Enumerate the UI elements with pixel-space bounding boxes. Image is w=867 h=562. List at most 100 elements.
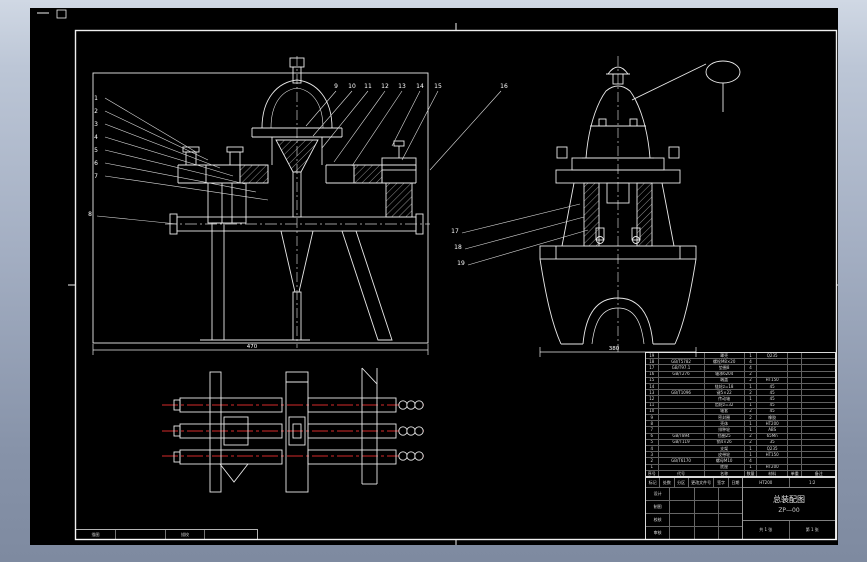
- bom-cell-qty: 1: [745, 464, 758, 470]
- side-callout-numbers: 17 18 19 380: [451, 228, 620, 352]
- bom-cell-wt: [788, 402, 803, 408]
- bom-cell-code: [659, 377, 705, 384]
- callout-number: 16: [500, 83, 508, 90]
- bom-cell-wt: [788, 377, 803, 384]
- bom-cell-mat: 45: [757, 402, 789, 408]
- bom-cell-qty: 2: [745, 433, 758, 439]
- bom-cell-rem: [802, 446, 835, 451]
- bom-cell-rem: [802, 427, 835, 432]
- signature-row: 制图: [646, 501, 742, 514]
- front-callout-numbers: 1 2 3 4 5 6 7 8 9 10 11 12 13 14 15 16 4…: [88, 83, 508, 350]
- bom-cell-name: 轴套: [705, 408, 745, 415]
- bom-cell-name: 罩壳: [705, 353, 745, 359]
- bom-cell-mat: 65Mn: [757, 433, 789, 439]
- callout-number: 5: [94, 147, 98, 154]
- bom-cell-wt: [788, 390, 803, 396]
- bom-cell-no: 14: [646, 384, 659, 390]
- callout-number: 9: [334, 83, 338, 90]
- bom-cell-mat: Q235: [757, 353, 789, 359]
- bom-cell-mat: 45: [757, 384, 789, 390]
- bom-cell-rem: [802, 390, 835, 395]
- bom-cell-mat: [757, 359, 789, 365]
- drawing-title: 总装配图: [773, 495, 805, 504]
- bom-cell-wt: [788, 446, 803, 452]
- bom-cell-name: 螺母M10: [705, 458, 745, 464]
- sheet-count-row: 共 1 张 第 1 张: [743, 521, 835, 539]
- bom-cell-qty: 4: [745, 365, 758, 371]
- bom-cell-qty: 1: [745, 402, 758, 408]
- drawing-title-cell: 总装配图 ZP—00: [743, 488, 835, 521]
- handle-detail: [631, 60, 741, 112]
- bom-cell-wt: [788, 452, 803, 458]
- bom-cell-qty: 1: [745, 421, 758, 427]
- callout-number: 8: [88, 211, 92, 218]
- callout-number: 10: [348, 83, 356, 90]
- bom-cell-code: [659, 353, 705, 359]
- top-transmission-view: [162, 367, 424, 493]
- bom-cell-code: GB/T894: [659, 433, 705, 439]
- bom-cell-wt: [788, 433, 803, 439]
- signature-label: 制图: [646, 501, 671, 513]
- bom-cell-qty: 1: [745, 446, 758, 452]
- bom-cell-rem: [802, 378, 835, 383]
- bom-cell-name: 排种轮: [705, 427, 745, 433]
- change-cell: 签字: [714, 478, 729, 487]
- bom-cell-name: 销4×26: [705, 439, 745, 446]
- bom-cell-code: GB/T119: [659, 439, 705, 446]
- signature-name: [670, 527, 695, 539]
- signature-label: 审核: [646, 527, 671, 539]
- sheet-total-cell: 共 1 张: [743, 521, 790, 539]
- bom-cell-code: [659, 408, 705, 415]
- bom-cell-mat: 45: [757, 396, 789, 402]
- bom-cell-code: GB/T276: [659, 371, 705, 377]
- signature-date: [719, 501, 742, 513]
- drawing-sheet: 1 2 3 4 5 6 7 8 9 10 11 12 13 14 15 16 4…: [30, 8, 838, 545]
- bom-cell-wt: [788, 365, 803, 371]
- bom-cell-rem: [802, 440, 835, 445]
- change-record-row: 标记 处数 分区 更改文件号 签字 日期: [646, 478, 742, 488]
- bom-cell-no: 15: [646, 377, 659, 384]
- bom-cell-wt: [788, 371, 803, 377]
- bom-cell-no: 1: [646, 464, 659, 470]
- bom-cell-name: 挡圈25: [705, 433, 745, 439]
- signature-date: [719, 527, 742, 539]
- strip-cell: [116, 530, 166, 539]
- bom-cell-wt: [788, 421, 803, 427]
- bom-cell-wt: [788, 464, 803, 470]
- dimension-text: 380: [609, 346, 620, 352]
- bom-cell-code: GB/T5782: [659, 359, 705, 365]
- bom-cell-code: [659, 446, 705, 452]
- change-cell: 标记: [646, 478, 661, 487]
- bom-cell-code: [659, 452, 705, 458]
- bom-cell-name: 皮带轮: [705, 452, 745, 458]
- bom-cell-rem: [802, 384, 835, 389]
- bom-cell-rem: [802, 452, 835, 457]
- material-scale-row: HT200 1:2: [743, 478, 835, 488]
- bom-cell-code: [659, 464, 705, 470]
- callout-number: 17: [451, 228, 459, 235]
- front-section-view: [92, 56, 430, 355]
- bom-cell-rem: [802, 359, 835, 364]
- title-block: 标记 处数 分区 更改文件号 签字 日期 设计 制图 校核 审核 HT200 1…: [645, 477, 836, 540]
- callout-number: 15: [434, 83, 442, 90]
- callout-number: 6: [94, 160, 98, 167]
- callout-number: 1: [94, 95, 98, 102]
- bom-cell-code: GB/T6170: [659, 458, 705, 464]
- callout-number: 19: [457, 260, 465, 267]
- signature-name: [670, 488, 695, 500]
- front-dimension: [92, 344, 429, 355]
- bom-cell-wt: [788, 415, 803, 421]
- bom-cell-no: 13: [646, 390, 659, 396]
- bom-cell-mat: HT200: [757, 464, 789, 470]
- signature-row: 校核: [646, 514, 742, 527]
- bom-cell-name: 轴承6204: [705, 371, 745, 377]
- bom-cell-code: GB/T1096: [659, 390, 705, 396]
- parts-list-table: 19 罩壳 1 Q235 18 GB/T5782 螺栓M8×20 4 17 GB…: [645, 352, 836, 477]
- title-block-main: HT200 1:2 总装配图 ZP—00 共 1 张 第 1 张: [743, 478, 835, 539]
- bom-cell-wt: [788, 359, 803, 365]
- callout-number: 14: [416, 83, 424, 90]
- strip-cell: [205, 530, 257, 539]
- bom-cell-qty: 2: [745, 371, 758, 377]
- bom-cell-name: 齿轮z=32: [705, 402, 745, 408]
- bom-cell-qty: 2: [745, 439, 758, 446]
